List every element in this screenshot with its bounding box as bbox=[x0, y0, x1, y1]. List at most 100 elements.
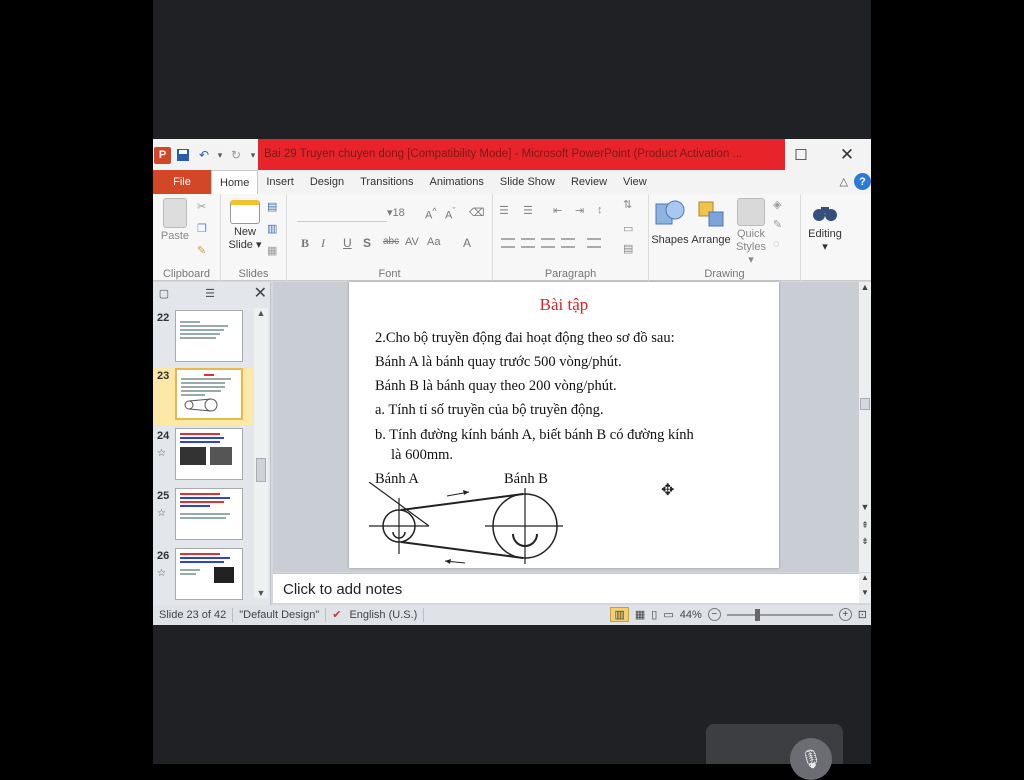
undo-icon[interactable]: ↶ bbox=[195, 146, 213, 164]
columns-icon[interactable] bbox=[587, 238, 601, 248]
zoom-in-icon[interactable]: + bbox=[838, 608, 852, 621]
align-left-icon[interactable] bbox=[501, 238, 515, 248]
line-spacing-icon[interactable]: ↕ bbox=[597, 204, 603, 216]
shrink-font-icon[interactable]: Aˇ bbox=[445, 206, 455, 222]
theme-name[interactable]: "Default Design" bbox=[233, 608, 327, 622]
close-button[interactable]: ✕ bbox=[827, 139, 867, 170]
tab-view[interactable]: View bbox=[615, 170, 655, 194]
scroll-down-icon[interactable]: ▼ bbox=[859, 588, 871, 597]
slide-text-line[interactable]: 2.Cho bộ truyền động đai hoạt động theo … bbox=[375, 330, 675, 347]
arrange-button[interactable]: Arrange bbox=[691, 198, 731, 247]
mic-muted-icon[interactable]: 🎙 bbox=[790, 738, 832, 780]
reset-icon[interactable]: ▥ bbox=[267, 222, 277, 235]
format-painter-icon[interactable]: ✎ bbox=[197, 244, 206, 257]
help-icon[interactable]: ? bbox=[854, 173, 871, 190]
font-color-icon[interactable]: A bbox=[463, 236, 471, 250]
thumbnail-slide-22[interactable]: 22 bbox=[153, 310, 253, 367]
powerpoint-logo-icon[interactable]: P bbox=[154, 146, 171, 164]
tab-insert[interactable]: Insert bbox=[258, 170, 302, 194]
shape-outline-icon[interactable]: ✎ bbox=[773, 218, 782, 231]
text-direction-icon[interactable]: ⇅ bbox=[623, 198, 632, 211]
zoom-slider-thumb[interactable] bbox=[754, 608, 760, 621]
zoom-level[interactable]: 44% bbox=[680, 609, 702, 621]
outline-tab[interactable]: ☰ bbox=[199, 282, 221, 304]
align-center-icon[interactable] bbox=[521, 238, 535, 248]
tab-design[interactable]: Design bbox=[302, 170, 352, 194]
clear-format-icon[interactable]: ⌫ bbox=[469, 206, 485, 219]
align-text-icon[interactable]: ▭ bbox=[623, 222, 633, 235]
bullets-icon[interactable]: ☰ bbox=[499, 204, 509, 217]
decrease-indent-icon[interactable]: ⇤ bbox=[553, 204, 562, 217]
tab-file[interactable]: File bbox=[153, 170, 211, 194]
copy-icon[interactable]: ❐ bbox=[197, 222, 207, 235]
scroll-down-icon[interactable]: ▼ bbox=[254, 588, 268, 598]
repeat-icon[interactable]: ↻ bbox=[227, 146, 245, 164]
next-slide-icon[interactable]: ⇟ bbox=[859, 536, 871, 547]
shape-effects-icon[interactable]: ◌ bbox=[773, 238, 780, 250]
new-slide-button[interactable]: New Slide ▾ bbox=[227, 200, 263, 252]
slide-text-line[interactable]: Bánh B là bánh quay theo 200 vòng/phút. bbox=[375, 378, 617, 395]
slide-text-line[interactable]: a. Tính tỉ số truyền của bộ truyền động. bbox=[375, 402, 603, 419]
slide-vertical-scrollbar[interactable]: ▲ ▼ ⇞ ⇟ bbox=[859, 282, 871, 572]
scroll-down-icon[interactable]: ▼ bbox=[859, 502, 871, 512]
font-size-box[interactable]: ▾18 bbox=[387, 206, 415, 219]
maximize-button[interactable]: ☐ bbox=[781, 139, 821, 170]
increase-indent-icon[interactable]: ⇥ bbox=[575, 204, 584, 217]
slides-tab[interactable]: ▢ bbox=[153, 282, 175, 304]
thumbnail-slide-25[interactable]: 25 ☆ bbox=[153, 488, 253, 545]
slide-text-line[interactable]: Bánh A là bánh quay trước 500 vòng/phút. bbox=[375, 354, 622, 371]
numbering-icon[interactable]: ☰ bbox=[523, 204, 533, 217]
shape-fill-icon[interactable]: ◈ bbox=[773, 198, 781, 211]
notes-pane[interactable]: Click to add notes bbox=[273, 573, 859, 603]
undo-dropdown-icon[interactable]: ▾ bbox=[216, 146, 224, 164]
shadow-icon[interactable]: S bbox=[363, 236, 371, 250]
tab-transitions[interactable]: Transitions bbox=[352, 170, 421, 194]
smartart-icon[interactable]: ▤ bbox=[623, 242, 633, 255]
tab-animations[interactable]: Animations bbox=[422, 170, 492, 194]
zoom-out-icon[interactable]: − bbox=[707, 608, 721, 621]
zoom-slider[interactable] bbox=[726, 608, 833, 621]
font-name-box[interactable] bbox=[297, 206, 387, 222]
slide-text-line[interactable]: là 600mm. bbox=[391, 447, 453, 464]
slide-title[interactable]: Bài tập bbox=[349, 295, 779, 315]
scroll-thumb[interactable] bbox=[256, 458, 266, 482]
tab-review[interactable]: Review bbox=[563, 170, 615, 194]
previous-slide-icon[interactable]: ⇞ bbox=[859, 520, 871, 531]
italic-icon[interactable]: I bbox=[321, 236, 325, 251]
section-icon[interactable]: ▦ bbox=[267, 244, 277, 257]
scroll-up-icon[interactable]: ▲ bbox=[859, 282, 871, 292]
cut-icon[interactable]: ✂ bbox=[197, 200, 206, 213]
change-case-icon[interactable]: Aa bbox=[427, 236, 440, 248]
scroll-thumb[interactable] bbox=[860, 398, 870, 410]
thumbnail-slide-23[interactable]: 23 bbox=[153, 368, 253, 425]
char-spacing-icon[interactable]: AV bbox=[405, 236, 419, 248]
editing-button[interactable]: Editing ▾ bbox=[803, 202, 847, 254]
normal-view-icon[interactable]: ▥ bbox=[610, 607, 629, 622]
tab-slide-show[interactable]: Slide Show bbox=[492, 170, 563, 194]
slide-sorter-icon[interactable]: ▦ bbox=[635, 608, 645, 621]
scroll-up-icon[interactable]: ▲ bbox=[254, 308, 268, 318]
thumbnail-slide-24[interactable]: 24 ☆ bbox=[153, 428, 253, 485]
strikethrough-icon[interactable]: abc bbox=[383, 236, 399, 247]
underline-icon[interactable]: U bbox=[343, 236, 352, 250]
justify-icon[interactable] bbox=[561, 238, 575, 248]
thumbnail-slide-26[interactable]: 26 ☆ bbox=[153, 548, 253, 605]
save-icon[interactable] bbox=[174, 146, 192, 164]
slide-text-line[interactable]: b. Tính đường kính bánh A, biết bánh B c… bbox=[375, 427, 694, 444]
tab-home[interactable]: Home bbox=[211, 170, 259, 194]
reading-view-icon[interactable]: ▯ bbox=[651, 608, 657, 621]
close-panel-icon[interactable]: ✕ bbox=[254, 283, 267, 303]
thumbnail-scrollbar[interactable]: ▲ ▼ bbox=[254, 308, 268, 598]
grow-font-icon[interactable]: A^ bbox=[425, 206, 437, 222]
customize-qat-icon[interactable]: ▾ bbox=[248, 146, 258, 164]
paste-button[interactable]: Paste bbox=[157, 198, 193, 243]
shapes-button[interactable]: Shapes bbox=[651, 198, 689, 247]
align-right-icon[interactable] bbox=[541, 238, 555, 248]
layout-icon[interactable]: ▤ bbox=[267, 200, 277, 213]
current-slide[interactable]: Bài tập 2.Cho bộ truyền động đai hoạt độ… bbox=[349, 282, 779, 568]
language-indicator[interactable]: ✔ English (U.S.) bbox=[326, 608, 425, 622]
notes-scrollbar[interactable]: ▲ ▼ bbox=[859, 573, 871, 603]
scroll-up-icon[interactable]: ▲ bbox=[859, 573, 871, 582]
fit-to-window-icon[interactable]: ⊡ bbox=[858, 608, 867, 621]
slide-show-icon[interactable]: ▭ bbox=[663, 608, 673, 621]
